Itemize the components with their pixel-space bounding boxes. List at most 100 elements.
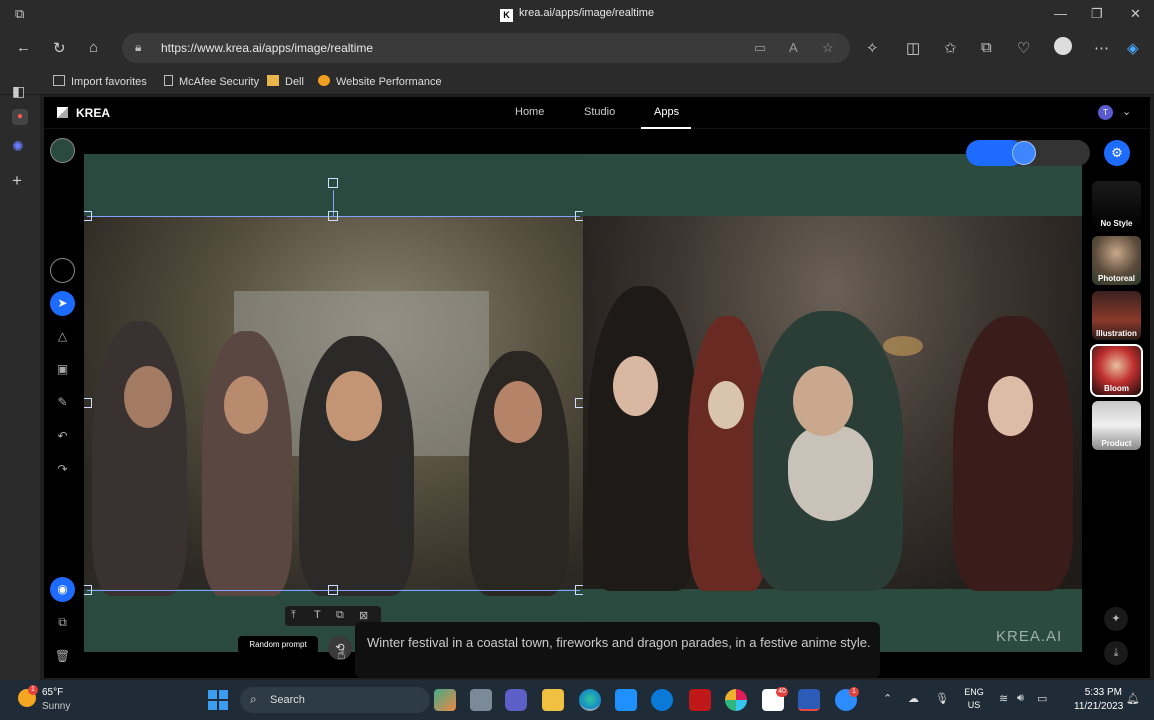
- enhance-sparkle-icon[interactable]: ✦: [1104, 607, 1128, 631]
- trash-icon[interactable]: 🗑︎: [50, 644, 75, 669]
- active-tab-indicator: [641, 127, 691, 129]
- profile-icon[interactable]: [1054, 37, 1072, 55]
- favorite-import[interactable]: Import favorites: [53, 75, 147, 88]
- wifi-icon[interactable]: ≋: [999, 692, 1008, 705]
- address-bar[interactable]: 🔒︎ https://www.krea.ai/apps/image/realti…: [122, 33, 850, 63]
- nav-studio[interactable]: Studio: [584, 106, 615, 118]
- output-canvas: KREA.AI: [583, 154, 1082, 652]
- microphone-icon[interactable]: 🎙︎: [935, 692, 949, 705]
- style-photoreal[interactable]: Photoreal: [1092, 236, 1141, 285]
- word-icon[interactable]: [798, 689, 820, 711]
- style-bloom[interactable]: Bloom: [1090, 344, 1143, 397]
- resize-handle-left[interactable]: [84, 398, 92, 408]
- cloud-icon[interactable]: ☁: [908, 692, 919, 705]
- split-screen-icon[interactable]: ◫: [906, 39, 920, 57]
- rotate-handle[interactable]: [328, 178, 338, 188]
- browser-title-bar: ⧉ Kkrea.ai/apps/image/realtime — ❐ ✕: [0, 0, 1154, 28]
- style-illustration[interactable]: Illustration: [1092, 291, 1141, 340]
- resize-handle-bottom-right[interactable]: [575, 585, 583, 595]
- notifications-icon[interactable]: 🔔︎: [1126, 692, 1140, 705]
- read-aloud-icon[interactable]: A: [789, 40, 798, 55]
- favorite-dell[interactable]: Dell: [267, 75, 304, 88]
- ai-strength-knob[interactable]: [1012, 141, 1036, 165]
- teams-icon[interactable]: [505, 689, 527, 711]
- screen-share-icon[interactable]: ⧉: [50, 610, 75, 635]
- undo-icon[interactable]: ↶: [50, 424, 75, 449]
- close-icon[interactable]: ✕: [1130, 6, 1141, 22]
- close-box-icon[interactable]: ⊠: [359, 609, 368, 622]
- volume-icon[interactable]: 🔊︎: [1017, 692, 1024, 705]
- ai-strength-slider[interactable]: [966, 140, 1090, 166]
- recording-icon[interactable]: ●: [12, 109, 28, 125]
- tab-actions-icon[interactable]: ◧: [12, 83, 25, 100]
- language-indicator[interactable]: ENG US: [962, 686, 986, 712]
- resize-handle-top-right[interactable]: [575, 211, 583, 221]
- krea-logo[interactable]: KREA: [57, 106, 110, 120]
- pencil-tool-icon[interactable]: ✎: [50, 390, 75, 415]
- prompt-input[interactable]: Winter festival in a coastal town, firew…: [355, 622, 880, 678]
- add-icon[interactable]: +: [12, 171, 22, 191]
- app-header: KREA Home Studio Apps T ⌄: [44, 97, 1150, 129]
- resize-handle-bottom[interactable]: [328, 585, 338, 595]
- chevron-up-icon[interactable]: ⌃: [883, 692, 892, 705]
- extensions-icon[interactable]: ✧: [866, 39, 879, 57]
- copy-icon[interactable]: ⧉: [336, 609, 344, 622]
- shapes-tool-icon[interactable]: △: [50, 324, 75, 349]
- avatar[interactable]: T: [1098, 105, 1113, 120]
- webcam-tool-icon[interactable]: ◉: [50, 577, 75, 602]
- resize-handle-bottom-left[interactable]: [84, 585, 92, 595]
- redo-icon[interactable]: ↷: [50, 457, 75, 482]
- favorite-star-icon[interactable]: ☆: [822, 40, 834, 56]
- home-icon[interactable]: ⌂: [89, 39, 98, 56]
- back-icon[interactable]: ←: [16, 39, 31, 56]
- nav-home[interactable]: Home: [515, 106, 544, 118]
- image-tool-icon[interactable]: ▣: [50, 357, 75, 382]
- favorite-website-performance[interactable]: Website Performance: [318, 75, 442, 88]
- clock[interactable]: 5:33 PM 11/21/2023: [1074, 686, 1123, 714]
- prompt-text[interactable]: Winter festival in a coastal town, firew…: [367, 633, 872, 653]
- battery-icon[interactable]: ▭: [1037, 692, 1047, 705]
- store-icon[interactable]: [615, 689, 637, 711]
- windows-start-icon[interactable]: [208, 690, 228, 710]
- slack-icon[interactable]: [725, 689, 747, 711]
- generated-image: [583, 216, 1082, 591]
- face: [124, 366, 172, 428]
- edge-sidebar: ◧ ● ✺ +: [0, 83, 40, 680]
- file-explorer-window-icon[interactable]: [470, 689, 492, 711]
- more-icon[interactable]: ⋯: [1094, 39, 1109, 57]
- taskbar-search[interactable]: ⌕ Search: [240, 687, 430, 713]
- input-canvas[interactable]: [84, 154, 583, 652]
- resize-handle-top-left[interactable]: [84, 211, 92, 221]
- url-text[interactable]: https://www.krea.ai/apps/image/realtime: [161, 41, 373, 55]
- file-explorer-icon[interactable]: [542, 689, 564, 711]
- style-product[interactable]: Product: [1092, 401, 1141, 450]
- settings-gear-icon[interactable]: ⚙︎: [1104, 140, 1130, 166]
- resize-handle-right[interactable]: [575, 398, 583, 408]
- download-icon[interactable]: ⤓: [1104, 641, 1128, 665]
- brush-color-swatch[interactable]: [50, 258, 75, 283]
- extension-flower-icon[interactable]: ✺: [12, 138, 24, 155]
- favorite-mcafee[interactable]: McAfee Security: [164, 75, 259, 88]
- camera-icon[interactable]: ▭: [754, 40, 766, 56]
- background-color-swatch[interactable]: [50, 138, 75, 163]
- upload-icon[interactable]: ⤒: [291, 609, 296, 622]
- search-label: Search: [270, 694, 305, 706]
- style-no-style[interactable]: No Style: [1092, 181, 1141, 230]
- text-icon[interactable]: T: [314, 609, 321, 621]
- mcafee-icon[interactable]: [689, 689, 711, 711]
- copilot-icon[interactable]: ◈: [1127, 39, 1139, 57]
- edge-icon[interactable]: [579, 689, 601, 711]
- refresh-icon[interactable]: ↻: [53, 39, 66, 57]
- nav-apps[interactable]: Apps: [654, 106, 679, 118]
- select-tool-icon[interactable]: ➤: [50, 291, 75, 316]
- restore-icon[interactable]: ❐: [1091, 6, 1103, 22]
- favorites-icon[interactable]: ✩: [944, 39, 957, 57]
- collections-icon[interactable]: ⧉: [981, 39, 992, 56]
- zoom-badge: 1: [849, 687, 859, 697]
- browser-essentials-icon[interactable]: ♡: [1017, 39, 1030, 57]
- chevron-down-icon[interactable]: ⌄: [1122, 105, 1131, 118]
- dell-icon[interactable]: [651, 689, 673, 711]
- copilot-app-icon[interactable]: [434, 689, 456, 711]
- resize-handle-top[interactable]: [328, 211, 338, 221]
- minimize-icon[interactable]: —: [1054, 6, 1067, 21]
